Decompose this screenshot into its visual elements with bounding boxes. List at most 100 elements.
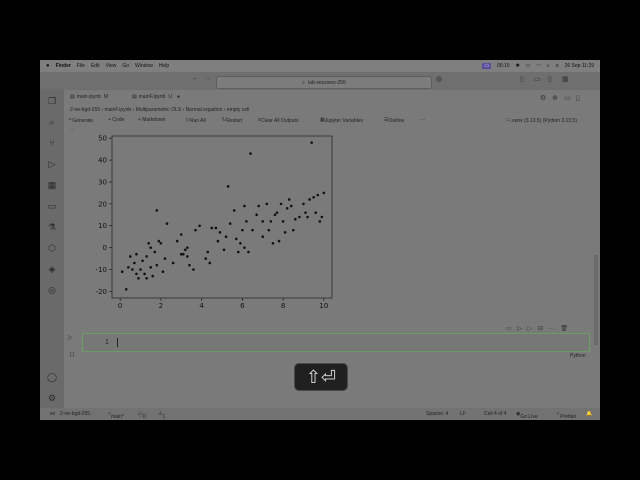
extensions-icon[interactable]: ▦ xyxy=(47,180,57,190)
menubar-view[interactable]: View xyxy=(106,63,117,69)
remote-explorer-icon[interactable]: ▭ xyxy=(47,201,57,211)
split-cell-icon[interactable]: ▷ xyxy=(528,326,533,332)
cell-more-icon[interactable]: [ ] xyxy=(70,352,74,358)
bluetooth-icon[interactable]: ✱ xyxy=(516,63,520,69)
testing-icon[interactable]: ⚗ xyxy=(47,222,57,232)
editor-more-icon[interactable]: ▯ xyxy=(576,94,580,102)
cell-position[interactable]: Cell 4 of 4 xyxy=(484,411,507,417)
scatter-point xyxy=(255,213,258,217)
outline-button[interactable]: ☰ Outline xyxy=(384,117,404,124)
notebook-icon: ▤ xyxy=(70,94,75,100)
tab-main-label: main.ipynb xyxy=(76,94,101,100)
scatter-point xyxy=(210,226,214,230)
go-live-button[interactable]: ◉ Go Live xyxy=(516,411,538,420)
tab-mainF[interactable]: ▤ mainF.ipynb U ● xyxy=(132,94,180,100)
menubar-edit[interactable]: Edit xyxy=(91,63,100,69)
containers-icon[interactable]: ⬡ xyxy=(47,243,57,253)
panel-toggle-icon[interactable]: ▭ xyxy=(534,75,541,83)
unsaved-dot-icon[interactable]: ● xyxy=(177,94,180,100)
tab-main[interactable]: ▤ main.ipynb M xyxy=(70,94,108,100)
git-branch[interactable]: ⑂ main* xyxy=(108,411,124,420)
delete-cell-icon[interactable]: 🗑 xyxy=(560,326,568,332)
status-folder[interactable]: 2-ne-bgd-255 xyxy=(60,411,90,417)
account-icon[interactable]: ◯ xyxy=(47,372,57,382)
menubar-window[interactable]: Window xyxy=(135,63,153,69)
cell-language[interactable]: Python xyxy=(570,353,586,359)
split-editor-icon[interactable]: ⚙ xyxy=(540,94,546,102)
breadcrumb-section-ols[interactable]: Multiparametric OLS xyxy=(136,107,182,113)
source-control-icon[interactable]: ⑂ xyxy=(47,138,57,148)
breadcrumb-cell[interactable]: empty cell xyxy=(227,107,250,113)
error-count[interactable]: ⓧ 0 xyxy=(138,411,146,420)
warning-count[interactable]: ⚠ 1 xyxy=(158,411,165,420)
search-icon[interactable]: ⌕ xyxy=(547,63,550,69)
forward-arrow-icon[interactable]: → xyxy=(204,75,211,82)
open-changes-icon[interactable]: ⊕ xyxy=(552,94,558,102)
back-arrow-icon[interactable]: ← xyxy=(192,75,199,82)
scatter-point xyxy=(316,193,320,197)
code-cell-editor[interactable]: 1 xyxy=(82,333,590,352)
cell-toolbar: ▭ ▷ ▷ ⊟ ··· 🗑 xyxy=(506,325,568,333)
variables-label: Jupyter Variables xyxy=(324,118,363,124)
run-below-icon[interactable]: ▷ xyxy=(517,326,522,332)
add-markdown-button[interactable]: + Markdown xyxy=(138,117,165,123)
variables-button[interactable]: ▦ Jupyter Variables xyxy=(320,117,363,124)
cell-line-number: 1 xyxy=(105,339,109,346)
scatter-point xyxy=(306,215,309,219)
kernel-picker[interactable]: ▭ .venv (3.13.5) (Python 3.13.5) xyxy=(506,117,577,124)
run-above-icon[interactable]: ▭ xyxy=(506,326,512,332)
cell-collapse-icon[interactable]: ⊟ xyxy=(538,326,543,332)
copilot-icon[interactable]: ◍ xyxy=(436,75,442,83)
scatter-point xyxy=(139,268,142,271)
breadcrumb-folder[interactable]: 2-ne-bgd-255 xyxy=(70,107,100,113)
menubar-help[interactable]: Help xyxy=(159,63,169,69)
y-tick-label: 40 xyxy=(98,156,107,164)
menubar-go[interactable]: Go xyxy=(122,63,129,69)
menubar-app[interactable]: Finder xyxy=(56,63,71,69)
apple-icon[interactable]: ● xyxy=(46,63,50,69)
layout-toggle-icon[interactable]: ▯ xyxy=(520,75,524,83)
run-debug-icon[interactable]: ▷ xyxy=(47,159,57,169)
scatter-point xyxy=(206,250,210,254)
wifi-icon[interactable]: ◠ xyxy=(537,63,541,69)
generate-button[interactable]: ✧ Generate xyxy=(68,117,93,124)
scatter-point xyxy=(277,239,281,243)
scatter-point xyxy=(265,202,269,206)
sidebar-toggle-icon[interactable]: ▯ xyxy=(548,75,552,83)
scatter-point xyxy=(298,215,301,219)
editor-scrollbar[interactable] xyxy=(594,255,598,345)
command-center[interactable]: ⌕ lab-sessions-255 xyxy=(216,76,432,89)
search-icon[interactable]: ⌕ xyxy=(47,117,57,127)
breadcrumb-file[interactable]: mainF.ipynb xyxy=(104,107,131,113)
run-all-button[interactable]: ▷ Run All xyxy=(186,117,206,124)
notifications-bell-icon[interactable]: 🔔 xyxy=(586,411,592,417)
copilot-chat-icon[interactable]: ◎ xyxy=(47,285,57,295)
scatter-point xyxy=(137,276,140,280)
explorer-icon[interactable]: ❐ xyxy=(47,96,57,106)
control-center-icon[interactable]: ≡ xyxy=(556,63,559,69)
scatter-point xyxy=(257,204,260,208)
scatter-point xyxy=(294,217,297,221)
restart-label: Restart xyxy=(226,118,243,124)
tab-mainF-label: mainF.ipynb xyxy=(138,94,166,100)
clear-outputs-button[interactable]: ≡ Clear All Outputs xyxy=(258,117,298,124)
screen-record-icon[interactable]: ▭ xyxy=(482,63,492,69)
add-code-button[interactable]: + Code xyxy=(108,117,124,123)
breadcrumb-section-normal-eq[interactable]: Normal equation xyxy=(186,107,223,113)
settings-gear-icon[interactable]: ⚙ xyxy=(47,393,57,403)
toolbar-more-button[interactable]: ··· xyxy=(420,117,425,123)
remote-indicator-icon[interactable]: ⋈ xyxy=(50,411,55,417)
battery-icon[interactable]: ▭ xyxy=(526,63,531,69)
menubar-file[interactable]: File xyxy=(77,63,85,69)
cell-menu-icon[interactable]: ··· xyxy=(549,326,555,332)
restart-button[interactable]: ↻ Restart xyxy=(222,117,242,124)
split-editor-right-icon[interactable]: ▭ xyxy=(564,94,571,102)
cell-run-icon[interactable]: ▷ xyxy=(68,334,73,341)
status-time: 06:10 xyxy=(497,63,510,69)
line-ending[interactable]: LF xyxy=(460,411,466,417)
python-icon[interactable]: ◈ xyxy=(47,264,57,274)
status-bar: ⋈ 2-ne-bgd-255 ⑂ main* ⓧ 0 ⚠ 1 Spaces: 4… xyxy=(40,408,600,420)
indentation[interactable]: Spaces: 4 xyxy=(426,411,448,417)
prettier-button[interactable]: ✓ Prettier xyxy=(556,411,576,420)
layout-grid-icon[interactable]: ▦ xyxy=(562,75,569,83)
